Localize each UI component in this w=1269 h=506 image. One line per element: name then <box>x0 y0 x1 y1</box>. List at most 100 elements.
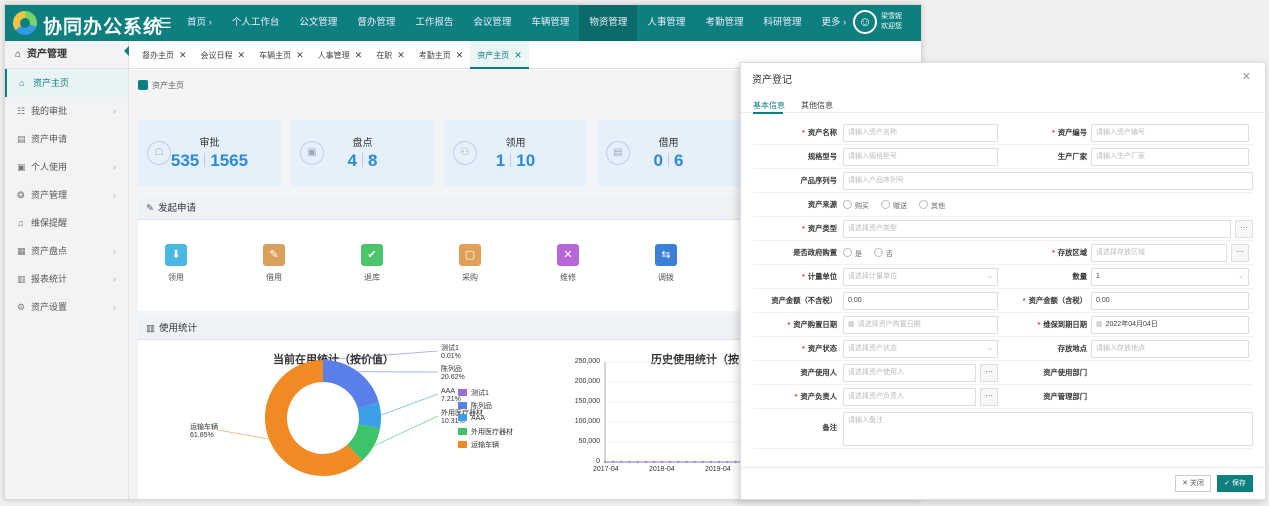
form-input[interactable]: 请选择计量单位 ⌄ <box>843 268 998 286</box>
close-icon[interactable]: ✕ <box>179 50 187 60</box>
form-input[interactable]: 请输入资产编号 <box>1091 124 1249 142</box>
more-button[interactable]: ··· <box>1235 220 1253 238</box>
form-input[interactable]: 请选择资产状态 ⌄ <box>843 340 998 358</box>
tab-basic-info[interactable]: 基本信息 <box>753 100 785 111</box>
quick-apply-2[interactable]: ✔ 退库 <box>342 244 402 283</box>
form-input[interactable]: 请输入存放地点 <box>1091 340 1249 358</box>
sidebar-item-1[interactable]: ☷ 我的审批 › <box>5 97 128 125</box>
chevron-right-icon: › <box>113 302 116 312</box>
borrow-icon: ✎ <box>263 244 285 266</box>
quick-apply-label: 调拨 <box>658 273 674 282</box>
quick-apply-3[interactable]: ▢ 采购 <box>440 244 500 283</box>
legend-item-3[interactable]: 外用医疗器材 <box>458 427 513 437</box>
nav-item-8[interactable]: 人事管理 <box>637 5 695 41</box>
more-button[interactable]: ··· <box>1231 244 1249 262</box>
tab-0[interactable]: 督办主页 ✕ <box>135 41 194 69</box>
form-input[interactable]: 0.00 <box>1091 292 1249 310</box>
legend-item-2[interactable]: AAA <box>458 414 485 422</box>
sidebar-item-7[interactable]: ▥ 报表统计 › <box>5 265 128 293</box>
user-avatar-icon[interactable]: ☺ <box>853 10 877 34</box>
menu-toggle-icon[interactable]: ☰ <box>159 15 172 32</box>
nav-item-4[interactable]: 工作报告 <box>405 5 463 41</box>
stat-values: 48 <box>291 151 434 171</box>
form-input[interactable]: 0.00 <box>843 292 998 310</box>
form-input[interactable]: 请输入资产名称 <box>843 124 998 142</box>
radio-group[interactable]: 购买 赠送 其他 <box>843 200 957 211</box>
form-input[interactable]: 1 ⌄ <box>1091 268 1249 286</box>
stat-card-2[interactable]: ⚇ 领用 1 10 <box>444 120 587 186</box>
close-icon[interactable]: ✕ <box>355 50 363 60</box>
sidebar-item-0[interactable]: ⌂ 资产主页 <box>5 69 128 97</box>
legend-swatch <box>458 402 467 409</box>
close-button[interactable]: ✕ 关闭 <box>1175 475 1211 492</box>
save-button[interactable]: ✓ 保存 <box>1217 475 1253 492</box>
radio-option[interactable]: 赠送 <box>881 203 907 210</box>
sidebar-item-3[interactable]: ▣ 个人使用 › <box>5 153 128 181</box>
nav-item-9[interactable]: 考勤管理 <box>695 5 753 41</box>
more-button[interactable]: ··· <box>980 388 998 406</box>
sidebar-item-6[interactable]: ▦ 资产盘点 › <box>5 237 128 265</box>
radio-option[interactable]: 其他 <box>919 203 945 210</box>
sidebar-item-2[interactable]: ▤ 资产申请 <box>5 125 128 153</box>
form-input[interactable]: ▦ 请选择资产购置日期 <box>843 316 998 334</box>
close-icon[interactable]: ✕ <box>1242 70 1251 83</box>
nav-item-1[interactable]: 个人工作台 <box>222 5 290 41</box>
form-row-7: 资产金额（不含税） 0.00 * 资产金额（含税） 0.00 <box>753 289 1253 313</box>
close-icon[interactable]: ✕ <box>397 50 405 60</box>
legend-item-0[interactable]: 测试1 <box>458 388 489 398</box>
tab-2[interactable]: 车辆主页 ✕ <box>252 41 311 69</box>
close-icon[interactable]: ✕ <box>456 50 464 60</box>
nav-item-2[interactable]: 公文管理 <box>289 5 347 41</box>
form-input[interactable]: 请选择资产负责人 <box>843 388 976 406</box>
sidebar-item-4[interactable]: ❂ 资产管理 › <box>5 181 128 209</box>
radio-option[interactable]: 购买 <box>843 203 869 210</box>
nav-item-3[interactable]: 督办管理 <box>347 5 405 41</box>
more-button[interactable]: ··· <box>980 364 998 382</box>
radio-option[interactable]: 否 <box>874 251 893 258</box>
form-label-text: 数量 <box>1072 272 1087 281</box>
dialog-footer-divider <box>741 467 1267 468</box>
legend-item-1[interactable]: 陈列品 <box>458 401 492 411</box>
stat-label: 领用 <box>505 138 526 149</box>
tab-1[interactable]: 会议日程 ✕ <box>194 41 253 69</box>
dialog-title: 资产登记 <box>752 75 792 86</box>
close-icon[interactable]: ✕ <box>238 50 246 60</box>
tab-5[interactable]: 考勤主页 ✕ <box>412 41 471 69</box>
quick-apply-0[interactable]: ⬇ 领用 <box>146 244 206 283</box>
nav-item-7[interactable]: 物资管理 <box>579 5 638 41</box>
form-input[interactable]: 请选择资产类型 <box>843 220 1231 238</box>
radio-group[interactable]: 是否 <box>843 248 905 259</box>
nav-item-11[interactable]: 更多 › <box>811 5 856 41</box>
close-icon[interactable]: ✕ <box>514 50 522 60</box>
breadcrumb: 资产主页 <box>138 80 184 91</box>
sidebar-item-8[interactable]: ⚙ 资产设置 › <box>5 293 128 321</box>
stat-card-0[interactable]: ☖ 审批 535 1565 <box>138 120 281 186</box>
form-input[interactable]: 请输入生产厂家 <box>1091 148 1249 166</box>
quick-apply-4[interactable]: ✕ 维修 <box>538 244 598 283</box>
tab-6[interactable]: 资产主页 ✕ <box>470 41 529 69</box>
quick-apply-1[interactable]: ✎ 借用 <box>244 244 304 283</box>
tab-3[interactable]: 人事管理 ✕ <box>311 41 370 69</box>
sidebar-item-5[interactable]: ♫ 维保提醒 <box>5 209 128 237</box>
nav-item-6[interactable]: 车辆管理 <box>521 5 579 41</box>
radio-option[interactable]: 是 <box>843 251 862 258</box>
nav-item-10[interactable]: 科研管理 <box>753 5 811 41</box>
form-input[interactable]: ▦ 2022年04月04日 <box>1091 316 1249 334</box>
remark-textarea[interactable]: 请输入备注 <box>843 412 1253 446</box>
nav-item-0[interactable]: 首页 › <box>177 5 222 41</box>
stat-card-3[interactable]: ▤ 借用 0 6 <box>597 120 740 186</box>
form-input[interactable]: 请选择存放区域 <box>1091 244 1227 262</box>
tab-other-info[interactable]: 其他信息 <box>801 100 833 111</box>
calendar-icon: ▦ <box>848 321 855 328</box>
legend-item-4[interactable]: 运输车辆 <box>458 440 499 450</box>
quick-apply-5[interactable]: ⇆ 调拨 <box>636 244 696 283</box>
user-info[interactable]: 梁雪妮 欢迎您 <box>881 12 902 32</box>
form-input[interactable]: 请输入规格型号 <box>843 148 998 166</box>
close-icon[interactable]: ✕ <box>296 50 304 60</box>
nav-item-5[interactable]: 会议管理 <box>463 5 521 41</box>
form-input[interactable]: 请输入产品序列号 <box>843 172 1253 190</box>
stat-card-1[interactable]: ▣ 盘点 4 8 <box>291 120 434 186</box>
form-label-text: 资产购置日期 <box>793 320 837 329</box>
tab-4[interactable]: 在职 ✕ <box>369 41 412 69</box>
form-input[interactable]: 请选择资产使用人 <box>843 364 976 382</box>
